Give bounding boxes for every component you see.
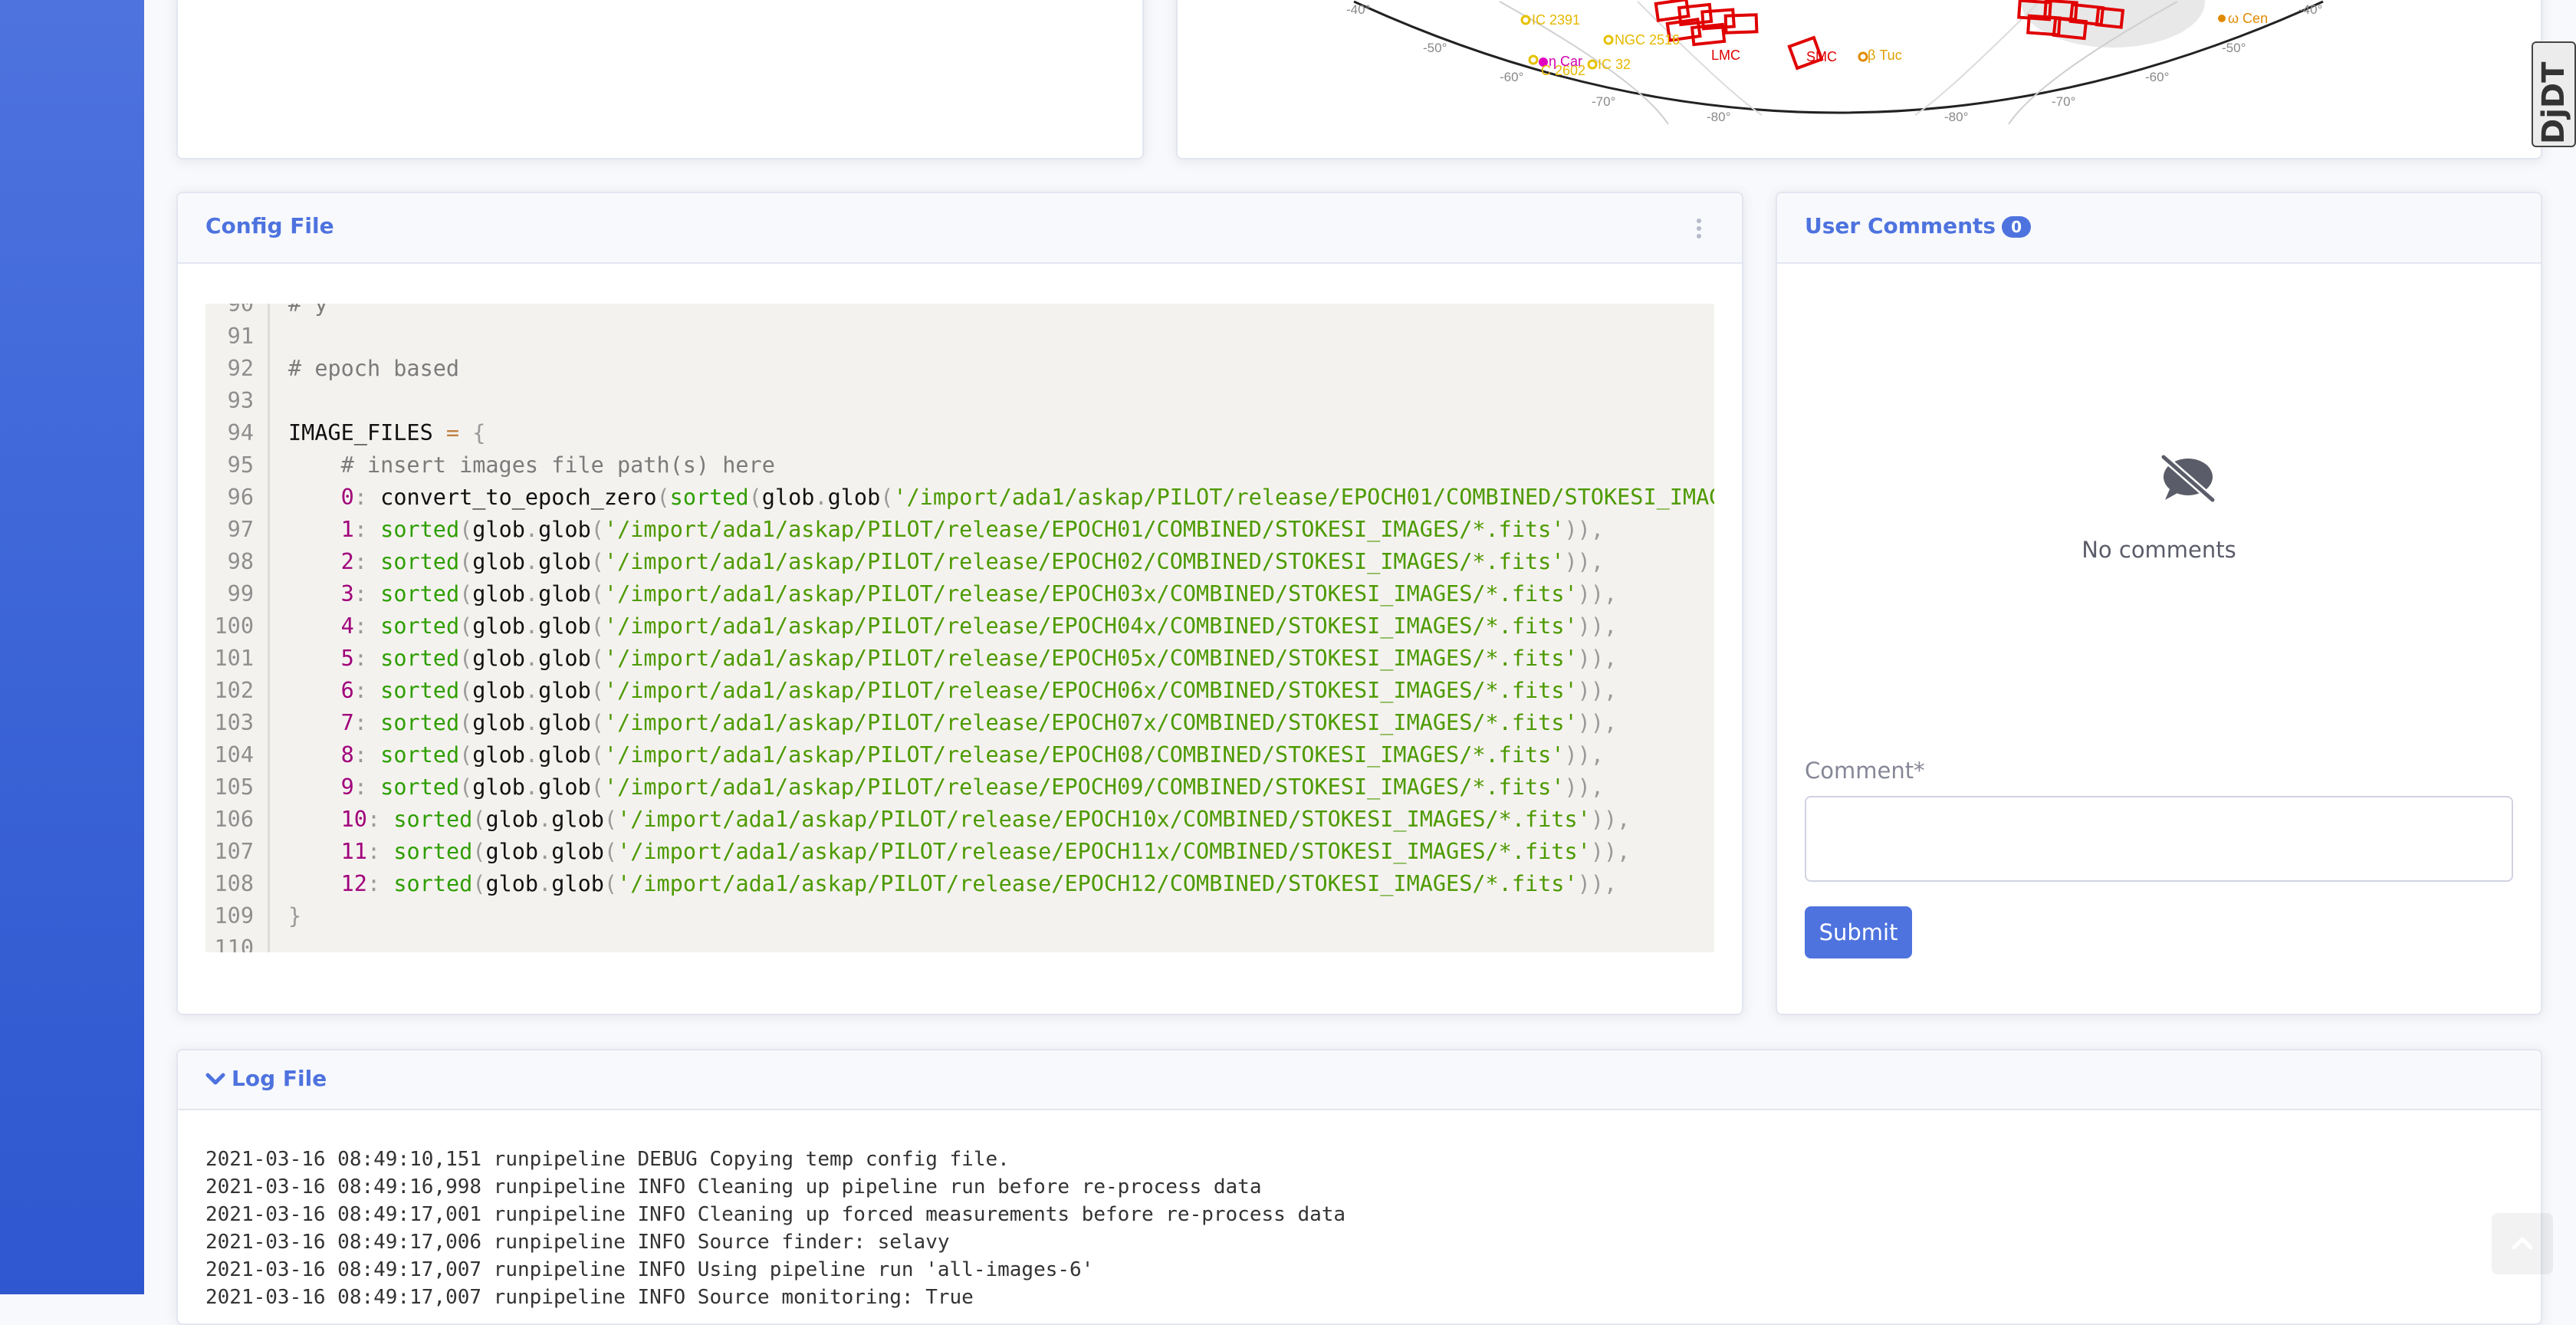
comment-textarea[interactable] [1805,796,2513,882]
sky-map-object-label: β Tuc [1868,48,1902,63]
no-comments-text: No comments [2082,537,2236,563]
config-code-editor[interactable]: 90 91 92 93 94 95 96 97 98 99 100 101 102 103 104 105 10… [205,304,1714,952]
code-line: 4: sorted(glob.glob('/import/ada1/askap/… [340,613,1618,639]
log-line: 2021-03-16 08:49:17,007 runpipeline INFO… [205,1286,974,1309]
log-card-title[interactable]: Log File [232,1066,327,1091]
chevron-up-icon [2512,1237,2533,1250]
comment-label: Comment* [1805,758,1925,784]
sky-map-object-label: IC 32 [1598,57,1631,72]
sky-map-ra-label: -40° [1346,2,1370,17]
sky-map-ra-label: -80° [1707,110,1730,124]
log-output: 2021-03-16 08:49:10,151 runpipeline DEBU… [205,1146,1346,1311]
line-number: 96 [227,485,254,510]
comment-count-badge: 0 [2002,216,2032,238]
line-number: 91 [227,324,254,349]
code-line: IMAGE_FILES = { [288,420,486,446]
sky-map-ra-label: -80° [1944,110,1968,124]
sky-map-ra-label: -40° [2298,2,2322,17]
line-number: 110 [214,935,254,952]
sky-map-ra-label: -50° [2222,41,2246,55]
sky-map-ra-label: -50° [1423,41,1447,55]
comment-slash-icon [2160,454,2216,503]
comments-card-header: User Comments 0 [1777,193,2541,264]
line-number: 94 [227,420,254,446]
code-line: 9: sorted(glob.glob('/import/ada1/askap/… [340,774,1604,800]
code-line: 1: sorted(glob.glob('/import/ada1/askap/… [340,517,1604,542]
sky-map-object-label: LMC [1711,48,1740,63]
log-file-card: Log File 2021-03-16 08:49:10,151 runpipe… [176,1049,2542,1325]
sidebar [0,0,144,1294]
log-line: 2021-03-16 08:49:17,007 runpipeline INFO… [205,1258,1094,1281]
ellipsis-vertical-icon[interactable] [1693,216,1705,241]
sky-map-ra-label: -70° [2052,94,2075,109]
code-line: 10: sorted(glob.glob('/import/ada1/askap… [340,807,1631,832]
code-line: 5: sorted(glob.glob('/import/ada1/askap/… [340,646,1618,671]
chevron-down-icon[interactable] [205,1072,225,1087]
code-line: # insert images file path(s) here [340,452,775,478]
line-number: 99 [227,581,254,607]
scroll-to-top-button[interactable] [2492,1213,2553,1274]
line-number: 108 [214,871,254,896]
sky-map-object-label: η Car [1549,54,1582,69]
sky-map-ra-label: -60° [2145,70,2169,84]
line-number: 104 [214,742,254,768]
log-line: 2021-03-16 08:49:16,998 runpipeline INFO… [205,1175,1262,1198]
line-number: 100 [214,613,254,639]
line-number: 93 [227,388,254,413]
line-number: 109 [214,903,254,929]
line-number: 101 [214,646,254,671]
line-number: 102 [214,678,254,703]
code-line: 3: sorted(glob.glob('/import/ada1/askap/… [340,581,1618,607]
line-number-gutter: 90 91 92 93 94 95 96 97 98 99 100 101 102 103 104 105 10… [205,304,270,952]
code-line: 11: sorted(glob.glob('/import/ada1/askap… [340,839,1631,864]
log-card-header[interactable]: Log File [178,1050,2541,1110]
log-line: 2021-03-16 08:49:17,001 runpipeline INFO… [205,1203,1346,1226]
log-line: 2021-03-16 08:49:17,006 runpipeline INFO… [205,1231,950,1254]
sky-map[interactable]: -40° -50° -60° -70° -80° -80° -70° -60° -50° -40°… [1178,0,2542,159]
sky-map-ra-label: -60° [1500,70,1523,84]
user-comments-card: User Comments 0 No comments Comment* Subm… [1776,192,2542,1015]
code-line: 7: sorted(glob.glob('/import/ada1/askap/… [340,710,1618,735]
code-line: # epoch based [288,356,460,381]
config-card-title: Config File [205,213,334,238]
line-number: 106 [214,807,254,832]
sky-map-object-label: IC 2391 [1532,12,1580,28]
sky-map-object-label: ω Cen [2228,11,2268,26]
sky-map-object-label: SMC [1806,49,1837,64]
line-number: 95 [227,452,254,478]
debug-toolbar-handle[interactable]: DjDT [2532,41,2576,147]
code-line: 8: sorted(glob.glob('/import/ada1/askap/… [340,742,1604,768]
code-line: 12: sorted(glob.glob('/import/ada1/askap… [340,871,1618,896]
comments-title-text: User Comments [1805,213,1996,238]
code-line: 6: sorted(glob.glob('/import/ada1/askap/… [340,678,1618,703]
sky-map-object-label: NGC 2516 [1615,32,1680,48]
line-number: 97 [227,517,254,542]
config-file-card: Config File 90 91 92 93 94 95 96 97 98 99 100 101 10… [176,192,1743,1015]
code-line: } [288,903,302,929]
line-number: 105 [214,774,254,800]
line-number: 90 [227,304,254,317]
code-line: 0: convert_to_epoch_zero(sorted(glob.glo… [340,485,1714,510]
log-line: 2021-03-16 08:49:10,151 runpipeline DEBU… [205,1148,1010,1171]
line-number: 98 [227,549,254,574]
line-number: 103 [214,710,254,735]
line-number: 92 [227,356,254,381]
sky-map-ra-label: -70° [1592,94,1615,109]
comments-card-title: User Comments 0 [1805,213,2032,238]
code-line: # y [288,304,328,317]
line-number: 107 [214,839,254,864]
debug-toolbar-logo: DjDT [2536,61,2571,144]
top-left-card [176,0,1144,159]
config-card-header: Config File [178,193,1742,264]
sky-map-card: -40° -50° -60° -70° -80° -80° -70° -60° -50° -40°… [1176,0,2542,159]
submit-button[interactable]: Submit [1805,906,1912,958]
code-line: 2: sorted(glob.glob('/import/ada1/askap/… [340,549,1604,574]
